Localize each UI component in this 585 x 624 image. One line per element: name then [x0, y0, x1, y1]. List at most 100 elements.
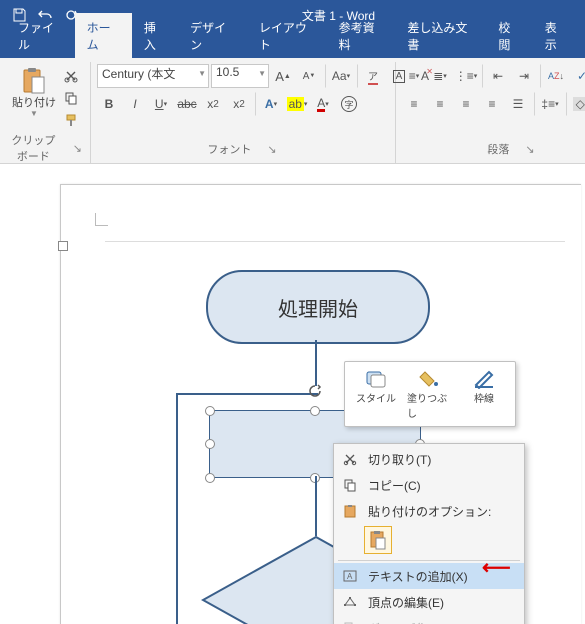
paste-icon	[340, 504, 360, 518]
canvas-handle[interactable]	[105, 241, 565, 242]
multilevel-icon[interactable]: ⋮≡▾	[454, 64, 478, 88]
font-size-select[interactable]: 10.5▼	[211, 64, 269, 88]
shape-outline-button[interactable]: 枠線	[457, 366, 511, 422]
add-text-icon: A	[340, 569, 360, 583]
context-menu: 切り取り(T) コピー(C) 貼り付けのオプション: A テキストの追加(X)	[333, 443, 525, 624]
ctx-cut-label: 切り取り(T)	[368, 451, 431, 468]
ctx-edit-points[interactable]: 頂点の編集(E)	[334, 589, 524, 615]
selection-handle[interactable]	[205, 473, 215, 483]
ctx-add-text-label: テキストの追加(X)	[368, 568, 468, 585]
annotation-arrow: ⟵	[482, 555, 511, 580]
tab-design[interactable]: デザイン	[178, 13, 247, 58]
selection-handle[interactable]	[205, 406, 215, 416]
show-marks-icon[interactable]: ✓	[570, 64, 585, 88]
group-clipboard: 貼り付け ▼ クリップボード ↘	[4, 62, 91, 163]
decrease-indent-icon[interactable]: ⇤	[482, 64, 510, 88]
ctx-copy[interactable]: コピー(C)	[334, 472, 524, 498]
font-group-label: フォント	[207, 141, 251, 157]
selection-handle[interactable]	[310, 406, 320, 416]
tab-layout[interactable]: レイアウト	[247, 13, 327, 58]
paragraph-popout-icon[interactable]: ↘	[525, 143, 534, 156]
connector-line	[315, 340, 317, 386]
canvas-handle[interactable]	[58, 241, 68, 251]
tab-insert[interactable]: 挿入	[132, 13, 178, 58]
increase-indent-icon[interactable]: ⇥	[512, 64, 536, 88]
grow-font-icon[interactable]: A▲	[271, 64, 295, 88]
paste-button[interactable]: 貼り付け ▼	[10, 64, 58, 118]
cut-icon	[340, 452, 360, 466]
tab-mail[interactable]: 差し込み文書	[395, 13, 486, 58]
font-popout-icon[interactable]: ↘	[267, 143, 276, 156]
margin-guide	[95, 213, 108, 226]
ruby-icon[interactable]: ア	[357, 64, 385, 88]
subscript-button[interactable]: x2	[201, 92, 225, 116]
line-spacing-icon[interactable]: ‡≡▾	[534, 92, 562, 116]
ctx-edit-points-label: 頂点の編集(E)	[368, 594, 444, 611]
italic-button[interactable]: I	[123, 92, 147, 116]
font-name-value: Century (本文	[102, 67, 175, 81]
shrink-font-icon[interactable]: A▼	[297, 64, 321, 88]
tab-view[interactable]: 表示	[533, 13, 579, 58]
align-center-icon[interactable]: ≡	[428, 92, 452, 116]
document-canvas[interactable]: 処理開始	[0, 164, 585, 624]
outline-label: 枠線	[474, 390, 494, 405]
tab-file[interactable]: ファイル	[6, 13, 75, 58]
clipboard-group-label: クリップボード	[10, 132, 57, 164]
highlight-icon[interactable]: ab▾	[285, 92, 309, 116]
strike-button[interactable]: abc	[175, 92, 199, 116]
ctx-cut[interactable]: 切り取り(T)	[334, 446, 524, 472]
underline-button[interactable]: U▾	[149, 92, 173, 116]
sort-icon[interactable]: AZ↓	[540, 64, 568, 88]
selection-handle[interactable]	[205, 439, 215, 449]
outline-icon	[473, 368, 495, 390]
shape-fill-button[interactable]: 塗りつぶし	[403, 366, 457, 422]
align-left-icon[interactable]: ≡	[402, 92, 426, 116]
copy-icon[interactable]	[60, 88, 82, 108]
font-name-select[interactable]: Century (本文▼	[97, 64, 209, 88]
group-font: Century (本文▼ 10.5▼ A▲ A▼ Aa▾ ア A A✕ B I …	[91, 62, 396, 163]
paste-option-button[interactable]	[364, 526, 392, 554]
tab-review[interactable]: 校閲	[486, 13, 532, 58]
style-label: スタイル	[356, 390, 396, 405]
rotate-handle[interactable]	[308, 384, 320, 396]
tab-home[interactable]: ホーム	[75, 13, 132, 58]
text-effects-icon[interactable]: A▾	[255, 92, 283, 116]
ribbon: 貼り付け ▼ クリップボード↘ Century (本文▼ 10.5▼ A▲	[0, 58, 585, 164]
change-case-icon[interactable]: Aa▾	[325, 64, 353, 88]
mini-toolbar: スタイル 塗りつぶし 枠線	[344, 361, 516, 427]
font-color-icon[interactable]: A▾	[311, 92, 335, 116]
superscript-button[interactable]: x2	[227, 92, 251, 116]
connector-line	[176, 393, 318, 395]
clipboard-popout-icon[interactable]: ↘	[73, 142, 82, 155]
flowchart-start-shape[interactable]: 処理開始	[206, 270, 430, 344]
format-painter-icon[interactable]	[60, 110, 82, 130]
fill-label: 塗りつぶし	[407, 390, 453, 420]
ctx-paste-options-label: 貼り付けのオプション:	[368, 503, 491, 520]
ctx-group-label: グループ化(G)	[368, 620, 445, 624]
cut-icon[interactable]	[60, 66, 82, 86]
connector-line	[176, 395, 178, 624]
distribute-icon[interactable]: ☰	[506, 92, 530, 116]
edit-points-icon	[340, 595, 360, 609]
paragraph-group-label: 段落	[487, 141, 509, 157]
connector-line	[315, 476, 317, 536]
svg-text:A: A	[347, 572, 353, 581]
ctx-group: グループ化(G) ▶	[334, 615, 524, 624]
ctx-copy-label: コピー(C)	[368, 477, 421, 494]
font-size-value: 10.5	[216, 65, 239, 79]
paste-dropdown-icon[interactable]: ▼	[30, 109, 38, 118]
copy-icon	[340, 478, 360, 492]
enclose-char-icon[interactable]: 字	[337, 92, 361, 116]
paste-icon	[19, 66, 49, 98]
shape-style-button[interactable]: スタイル	[349, 366, 403, 422]
page: 処理開始	[60, 184, 581, 624]
fill-icon	[419, 368, 441, 390]
tab-reference[interactable]: 参考資料	[327, 13, 396, 58]
ctx-paste-options-row	[334, 524, 524, 558]
align-right-icon[interactable]: ≡	[454, 92, 478, 116]
bold-button[interactable]: B	[97, 92, 121, 116]
ribbon-tabs: ファイル ホーム 挿入 デザイン レイアウト 参考資料 差し込み文書 校閲 表示	[0, 30, 585, 58]
shading-icon[interactable]: ◇▾	[566, 92, 585, 116]
justify-icon[interactable]: ≡	[480, 92, 504, 116]
paste-label: 貼り付け	[12, 98, 56, 109]
